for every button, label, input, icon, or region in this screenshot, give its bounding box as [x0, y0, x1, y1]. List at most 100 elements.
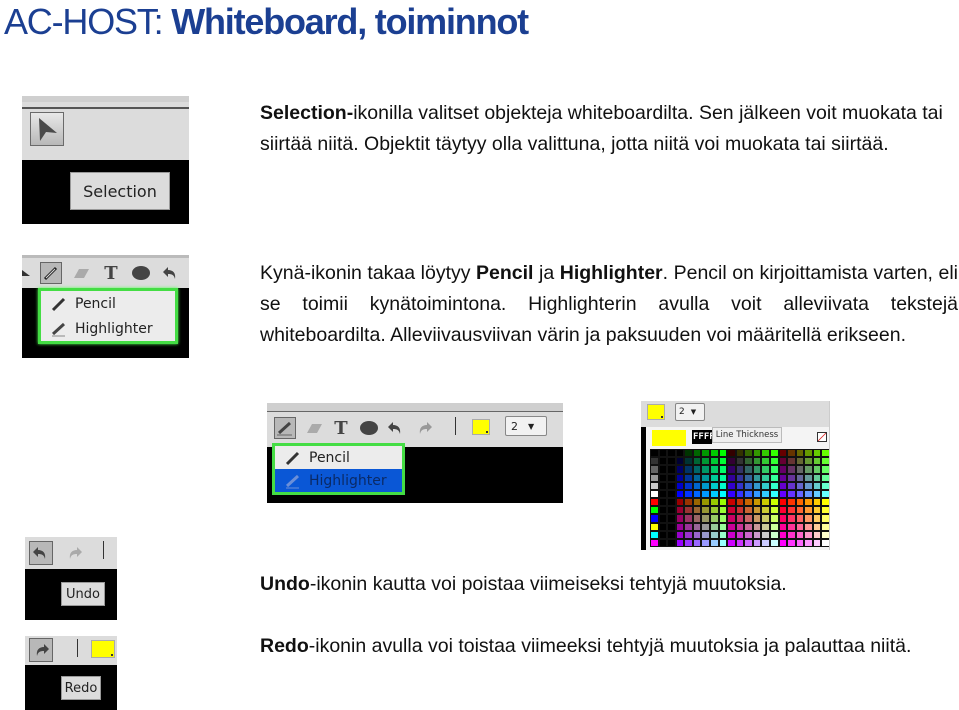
color-swatch-button[interactable]	[91, 640, 115, 658]
color-cell[interactable]	[812, 481, 822, 490]
color-cell[interactable]	[658, 489, 668, 498]
color-cell[interactable]	[821, 514, 829, 523]
color-cell[interactable]	[709, 522, 719, 531]
color-cell[interactable]	[658, 522, 668, 531]
color-cell[interactable]	[804, 481, 813, 490]
color-cell[interactable]	[761, 449, 770, 458]
color-cell[interactable]	[812, 506, 822, 515]
color-cell[interactable]	[735, 538, 745, 547]
color-cell[interactable]	[778, 538, 788, 547]
color-cell[interactable]	[667, 514, 676, 523]
color-cell[interactable]	[658, 538, 668, 547]
color-cell[interactable]	[787, 457, 796, 466]
color-cell[interactable]	[769, 449, 779, 458]
color-cell[interactable]	[795, 481, 805, 490]
color-cell[interactable]	[684, 530, 693, 539]
color-cell[interactable]	[804, 538, 813, 547]
color-cell[interactable]	[709, 449, 719, 458]
color-cell[interactable]	[812, 489, 822, 498]
color-cell[interactable]	[675, 522, 685, 531]
color-cell[interactable]	[658, 465, 668, 474]
color-cell[interactable]	[718, 465, 728, 474]
color-cell[interactable]	[821, 449, 829, 458]
color-cell[interactable]	[650, 538, 659, 547]
color-cell[interactable]	[718, 449, 728, 458]
color-cell[interactable]	[821, 498, 829, 507]
color-cell[interactable]	[684, 522, 693, 531]
color-cell[interactable]	[795, 514, 805, 523]
color-cell[interactable]	[769, 530, 779, 539]
color-cell[interactable]	[718, 514, 728, 523]
color-cell[interactable]	[752, 530, 762, 539]
color-cell[interactable]	[709, 530, 719, 539]
color-cell[interactable]	[778, 498, 788, 507]
color-cell[interactable]	[744, 498, 753, 507]
color-cell[interactable]	[795, 498, 805, 507]
color-cell[interactable]	[761, 498, 770, 507]
color-cell[interactable]	[727, 506, 736, 515]
eraser-icon[interactable]	[70, 262, 92, 284]
color-cell[interactable]	[709, 498, 719, 507]
color-cell[interactable]	[752, 449, 762, 458]
color-cell[interactable]	[812, 538, 822, 547]
color-cell[interactable]	[761, 530, 770, 539]
selection-button[interactable]	[30, 112, 64, 146]
color-swatch-button[interactable]	[647, 404, 665, 420]
color-cell[interactable]	[752, 498, 762, 507]
color-cell[interactable]	[787, 481, 796, 490]
color-cell[interactable]	[744, 530, 753, 539]
color-cell[interactable]	[658, 530, 668, 539]
color-cell[interactable]	[684, 473, 693, 482]
eraser-icon[interactable]	[303, 417, 325, 439]
color-cell[interactable]	[650, 498, 659, 507]
color-cell[interactable]	[727, 522, 736, 531]
color-cell[interactable]	[727, 457, 736, 466]
color-cell[interactable]	[744, 489, 753, 498]
color-cell[interactable]	[752, 489, 762, 498]
color-cell[interactable]	[692, 489, 702, 498]
color-cell[interactable]	[650, 481, 659, 490]
color-cell[interactable]	[769, 506, 779, 515]
color-cell[interactable]	[727, 489, 736, 498]
color-cell[interactable]	[761, 506, 770, 515]
color-cell[interactable]	[727, 530, 736, 539]
color-cell[interactable]	[787, 489, 796, 498]
color-cell[interactable]	[787, 522, 796, 531]
color-cell[interactable]	[795, 538, 805, 547]
color-cell[interactable]	[727, 473, 736, 482]
color-cell[interactable]	[667, 465, 676, 474]
menu-item-highlighter[interactable]: Highlighter	[41, 316, 175, 341]
color-cell[interactable]	[727, 449, 736, 458]
color-cell[interactable]	[667, 522, 676, 531]
color-cell[interactable]	[752, 506, 762, 515]
color-cell[interactable]	[684, 449, 693, 458]
color-cell[interactable]	[709, 489, 719, 498]
color-cell[interactable]	[769, 489, 779, 498]
color-cell[interactable]	[787, 538, 796, 547]
color-cell[interactable]	[812, 530, 822, 539]
color-cell[interactable]	[778, 449, 788, 458]
color-cell[interactable]	[735, 498, 745, 507]
menu-item-pencil[interactable]: Pencil	[41, 291, 175, 316]
color-cell[interactable]	[761, 522, 770, 531]
color-cell[interactable]	[701, 457, 710, 466]
color-cell[interactable]	[701, 481, 710, 490]
selection-icon[interactable]	[22, 262, 36, 284]
color-cell[interactable]	[804, 530, 813, 539]
color-cell[interactable]	[821, 538, 829, 547]
color-cell[interactable]	[667, 538, 676, 547]
color-cell[interactable]	[658, 481, 668, 490]
color-cell[interactable]	[727, 465, 736, 474]
color-cell[interactable]	[735, 449, 745, 458]
color-cell[interactable]	[675, 506, 685, 515]
color-cell[interactable]	[778, 522, 788, 531]
color-cell[interactable]	[744, 506, 753, 515]
color-cell[interactable]	[795, 449, 805, 458]
color-cell[interactable]	[718, 506, 728, 515]
color-cell[interactable]	[769, 457, 779, 466]
color-cell[interactable]	[684, 489, 693, 498]
color-cell[interactable]	[658, 498, 668, 507]
color-cell[interactable]	[675, 465, 685, 474]
color-cell[interactable]	[692, 506, 702, 515]
color-cell[interactable]	[675, 473, 685, 482]
